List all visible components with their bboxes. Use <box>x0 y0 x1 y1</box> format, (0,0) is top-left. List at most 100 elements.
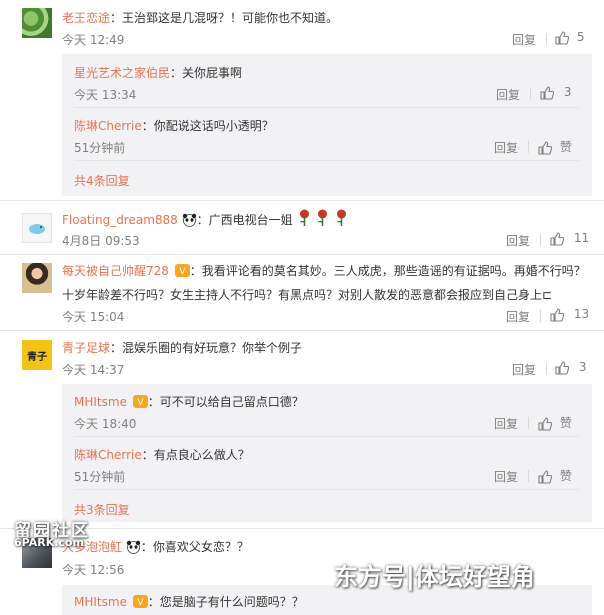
reply-username[interactable]: 星光艺术之家伯民 <box>74 66 170 80</box>
thumbs-up-icon <box>538 416 552 431</box>
comment-username[interactable]: 青子足球 <box>62 341 110 355</box>
reply-button[interactable]: 回复 <box>512 361 536 378</box>
thumbs-up-icon <box>550 231 564 246</box>
like-button[interactable]: 赞 <box>538 467 572 484</box>
comment-time: 今天 12:49 <box>62 33 125 47</box>
divider <box>528 417 529 429</box>
comment-line: Floating_dream888 ：广西电视台一姐 <box>62 209 349 231</box>
divider <box>74 436 580 437</box>
comment-text: 混娱乐圈的有好玩意？你举个例子 <box>122 341 303 355</box>
comment-line: 大多泡泡魟 ：你喜欢父女恋？？ <box>62 539 249 558</box>
colon: ： <box>141 448 154 462</box>
like-button[interactable]: 11 <box>550 231 589 246</box>
divider <box>546 363 547 375</box>
reply-username[interactable]: 陈琳Cherrie <box>74 119 142 133</box>
colon: ： <box>140 540 153 554</box>
reply-text: 你配说这话吗小透明？ <box>153 119 274 133</box>
comment-line: 老王恋途：王治郅这是几混呀？！可能你也不知道。 <box>62 10 338 26</box>
avatar[interactable] <box>22 263 52 293</box>
avatar-text: 青子 <box>27 351 47 363</box>
watermark-dongfanghao: 东方号|体坛好望角 <box>334 563 535 591</box>
thumbs-up-icon <box>538 469 552 484</box>
colon: ： <box>141 119 154 133</box>
comment-username[interactable]: 每天被自己帅醒728 <box>62 264 169 278</box>
colon: ： <box>147 395 160 409</box>
divider <box>74 107 580 108</box>
more-replies-link[interactable]: 共4条回复 <box>74 172 130 189</box>
like-count: 3 <box>563 85 572 99</box>
panda-icon <box>126 540 141 558</box>
like-button[interactable]: 赞 <box>538 138 572 155</box>
comment-line: 青子足球：混娱乐圈的有好玩意？你举个例子 <box>62 340 302 356</box>
reply-button[interactable]: 回复 <box>494 139 518 156</box>
comment-text: 广西电视台一姐 <box>208 213 293 227</box>
reply-button[interactable]: 回复 <box>512 31 536 48</box>
reply-text: 关你屁事啊 <box>182 66 243 80</box>
comment-username[interactable]: 老王恋途 <box>62 11 110 25</box>
thumbs-up-icon <box>540 85 554 100</box>
svg-text:V: V <box>137 598 144 608</box>
like-button[interactable]: 13 <box>550 307 589 322</box>
reply-button[interactable]: 回复 <box>506 308 530 325</box>
avatar[interactable] <box>22 8 52 38</box>
like-count: 13 <box>573 307 590 321</box>
thumbs-up-icon <box>555 360 569 375</box>
divider <box>528 141 529 153</box>
reply-time: 51分钟前 <box>74 470 126 484</box>
reply-button[interactable]: 回复 <box>494 415 518 432</box>
reply-button[interactable]: 回复 <box>494 468 518 485</box>
reply-button[interactable]: 回复 <box>496 86 520 103</box>
colon: ： <box>196 213 209 227</box>
like-button[interactable]: 5 <box>555 30 584 45</box>
divider <box>74 489 580 490</box>
reply-username[interactable]: MHItsme <box>74 595 127 609</box>
divider <box>0 200 604 201</box>
like-button[interactable]: 3 <box>540 85 571 100</box>
reply-text: 有点良心么做人？ <box>153 448 250 462</box>
comment-line: 每天被自己帅醒728 V ：我看评论看的莫名其妙。三人成虎，那些造谣的有证据吗。再… <box>62 263 586 279</box>
comment-text: 我看评论看的莫名其妙。三人成虎，那些造谣的有证据吗。再婚不行吗？ <box>201 264 586 278</box>
comment-text: 你喜欢父女恋？？ <box>152 540 249 554</box>
rose-icon <box>334 209 349 231</box>
colon: ： <box>189 264 202 278</box>
divider <box>0 528 604 529</box>
reply-username[interactable]: MHItsme <box>74 395 127 409</box>
comment-username[interactable]: Floating_dream888 <box>62 213 178 227</box>
comment-time: 今天 14:37 <box>62 363 125 377</box>
reply-time: 今天 13:34 <box>74 88 137 102</box>
reply-line: 陈琳Cherrie：你配说这话吗小透明？ <box>74 117 274 134</box>
like-label: 赞 <box>559 416 572 430</box>
reply-line: 星光艺术之家伯民：关你屁事啊 <box>74 64 242 81</box>
svg-text:V: V <box>137 398 144 408</box>
rose-icon <box>315 209 330 231</box>
divider <box>530 88 531 100</box>
reply-text: 您是脑子有什么问题吗？？ <box>159 595 304 609</box>
reply-username[interactable]: 陈琳Cherrie <box>74 448 142 462</box>
panda-icon <box>182 213 197 231</box>
like-count: 3 <box>578 360 587 374</box>
like-button[interactable]: 赞 <box>538 414 572 431</box>
rose-icon <box>297 209 312 231</box>
colon: ： <box>110 341 123 355</box>
divider <box>540 234 541 246</box>
vip-badge-icon: V <box>174 264 190 277</box>
colon: ： <box>110 11 123 25</box>
comment-text: 十岁年龄差不行吗？女生主持人不行吗？有黑点吗？对别人散发的恶意都会报应到自己身上… <box>62 288 553 302</box>
thumbs-up-icon <box>550 307 564 322</box>
like-button[interactable]: 3 <box>555 360 586 375</box>
reply-time: 今天 18:40 <box>74 417 137 431</box>
bird-icon <box>29 224 45 234</box>
avatar[interactable] <box>22 213 52 243</box>
like-count: 5 <box>576 30 585 44</box>
vip-badge-icon: V <box>132 595 148 608</box>
reply-line: MHItsme V ：您是脑子有什么问题吗？？ <box>74 593 304 610</box>
reply-button[interactable]: 回复 <box>506 232 530 249</box>
divider <box>540 310 541 322</box>
reply-text: 可不可以给自己留点口德？ <box>159 395 304 409</box>
divider <box>546 33 547 45</box>
reply-time: 51分钟前 <box>74 141 126 155</box>
comment-time: 今天 15:04 <box>62 310 125 324</box>
reply-line: 陈琳Cherrie：有点良心么做人？ <box>74 446 250 463</box>
colon: ： <box>170 66 183 80</box>
avatar[interactable]: 青子 <box>22 340 52 370</box>
